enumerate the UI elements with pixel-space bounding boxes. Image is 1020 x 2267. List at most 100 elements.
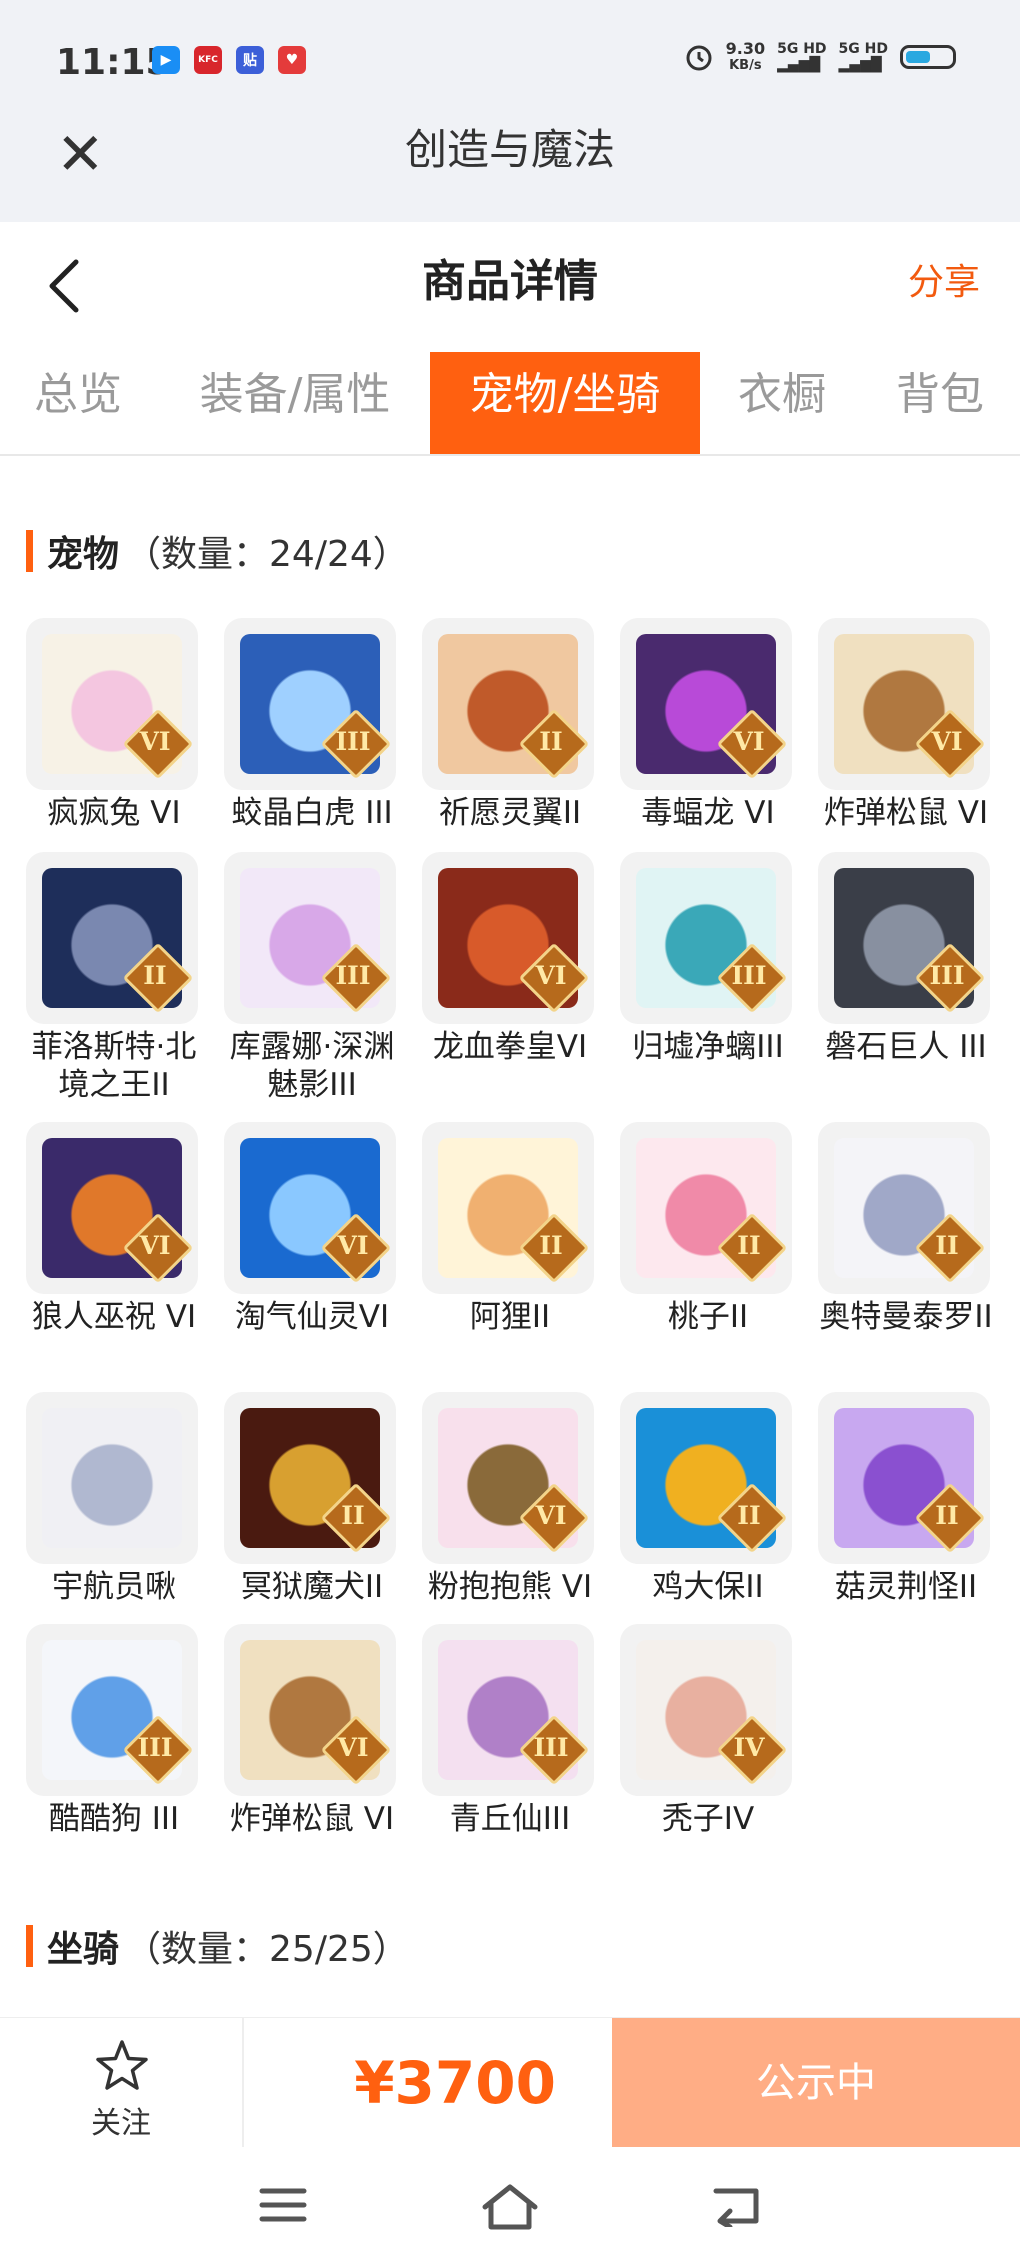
heart-app-icon: ♥: [278, 46, 306, 74]
page-header: 商品详情 分享: [0, 222, 1020, 352]
pet-name: 菲洛斯特·北境之王II: [31, 1029, 197, 1103]
status-bar: 11:15 ▶ KFC 贴 ♥ 9.30 KB/s 5G HD ▂▄▆█ 5G HD ▂▄▆…: [0, 0, 1020, 120]
tab-backpack[interactable]: 背包: [880, 352, 1000, 454]
pet-item[interactable]: VI 淘气仙灵VI: [224, 1122, 400, 1336]
pet-item[interactable]: IV 秃子IV: [620, 1624, 796, 1838]
kfc-app-icon: KFC: [194, 46, 222, 74]
back-nav-icon[interactable]: [712, 2183, 762, 2227]
pet-item[interactable]: III 青丘仙III: [422, 1624, 598, 1838]
bottom-action-bar: 关注 ¥3700 公示中: [0, 2017, 1020, 2148]
rank-label: VI: [139, 726, 171, 756]
pet-thumbnail: II: [818, 1392, 990, 1564]
rank-label: II: [737, 1500, 761, 1530]
pet-thumbnail: II: [422, 618, 594, 790]
rank-badge: III: [320, 942, 386, 1008]
tab-equipment[interactable]: 装备/属性: [186, 352, 404, 454]
rank-badge: II: [716, 1212, 782, 1278]
net-speed: 9.30 KB/s: [726, 40, 765, 74]
follow-button[interactable]: 关注: [0, 2018, 244, 2148]
pet-item[interactable]: II 祈愿灵翼II: [422, 618, 598, 832]
tab-bar: 总览 装备/属性 宠物/坐骑 衣橱 背包: [0, 352, 1020, 456]
pet-item[interactable]: VI 炸弹松鼠 VI: [818, 618, 994, 832]
rank-badge: VI: [320, 1714, 386, 1780]
tab-wardrobe[interactable]: 衣橱: [722, 352, 842, 454]
system-nav-bar: [0, 2147, 1020, 2267]
rank-label: VI: [139, 1230, 171, 1260]
pet-thumbnail: II: [620, 1392, 792, 1564]
pet-thumbnail: VI: [224, 1624, 396, 1796]
menu-icon[interactable]: [258, 2183, 308, 2227]
pet-item[interactable]: II 桃子II: [620, 1122, 796, 1336]
pet-item[interactable]: VI 疯疯兔 VI: [26, 618, 202, 832]
star-icon: [96, 2040, 148, 2090]
rank-label: III: [335, 960, 371, 990]
public-notice-button[interactable]: 公示中: [612, 2018, 1020, 2148]
pet-name: 疯疯兔 VI: [47, 795, 181, 831]
pet-item[interactable]: III 酷酷狗 III: [26, 1624, 202, 1838]
rank-badge: II: [518, 1212, 584, 1278]
pet-item[interactable]: II 菇灵荆怪II: [818, 1392, 994, 1606]
rank-badge: III: [716, 942, 782, 1008]
pet-item[interactable]: 宇航员啾: [26, 1392, 202, 1606]
app-title: 创造与魔法: [404, 125, 615, 174]
section-accent-bar: [26, 530, 33, 572]
home-icon[interactable]: [481, 2183, 539, 2231]
rank-label: VI: [535, 960, 567, 990]
pet-thumbnail: II: [620, 1122, 792, 1294]
rank-badge: VI: [914, 708, 980, 774]
pet-item[interactable]: III 归墟净螭III: [620, 852, 796, 1066]
rank-badge: III: [320, 708, 386, 774]
pet-thumbnail: III: [224, 852, 396, 1024]
pet-thumbnail: II: [818, 1122, 990, 1294]
pet-name: 祈愿灵翼II: [438, 795, 582, 831]
rank-badge: VI: [716, 708, 782, 774]
signal-bars-icon: ▂▄▆█: [777, 57, 821, 73]
rank-label: II: [935, 1230, 959, 1260]
rank-label: VI: [337, 1230, 369, 1260]
pet-item[interactable]: II 鸡大保II: [620, 1392, 796, 1606]
tab-pets-mounts[interactable]: 宠物/坐骑: [430, 352, 700, 454]
pet-thumbnail: III: [224, 618, 396, 790]
rank-label: IV: [733, 1732, 765, 1762]
pet-thumbnail: II: [422, 1122, 594, 1294]
pet-name: 宇航员啾: [52, 1569, 176, 1605]
rank-label: VI: [931, 726, 963, 756]
pet-item[interactable]: III 磐石巨人 III: [818, 852, 994, 1066]
pet-thumbnail: III: [26, 1624, 198, 1796]
pet-item[interactable]: II 菲洛斯特·北境之王II: [26, 852, 202, 1104]
pet-item[interactable]: II 阿狸II: [422, 1122, 598, 1336]
rank-badge: II: [914, 1212, 980, 1278]
video-app-icon: ▶: [152, 46, 180, 74]
pet-name: 蛟晶白虎 III: [231, 795, 393, 831]
signal-1: 5G HD ▂▄▆█: [777, 41, 826, 73]
pet-item[interactable]: VI 狼人巫祝 VI: [26, 1122, 202, 1336]
pet-name: 酷酷狗 III: [48, 1801, 180, 1837]
follow-label: 关注: [91, 2106, 151, 2141]
pet-name: 阿狸II: [469, 1299, 551, 1335]
pet-item[interactable]: VI 龙血拳皇VI: [422, 852, 598, 1066]
pet-item[interactable]: VI 粉抱抱熊 VI: [422, 1392, 598, 1606]
mounts-section-header: 坐骑 （数量：25/25）: [26, 1921, 409, 1971]
pet-item[interactable]: III 蛟晶白虎 III: [224, 618, 400, 832]
rank-badge: II: [518, 708, 584, 774]
pet-item[interactable]: VI 炸弹松鼠 VI: [224, 1624, 400, 1838]
pet-name: 冥狱魔犬II: [240, 1569, 384, 1605]
pet-item[interactable]: II 奥特曼泰罗II: [818, 1122, 994, 1336]
signal-2: 5G HD ▂▄▆█: [839, 41, 888, 73]
tieba-app-icon: 贴: [236, 46, 264, 74]
rank-badge: II: [716, 1482, 782, 1548]
share-button[interactable]: 分享: [908, 256, 980, 310]
pets-section-count: （数量：24/24）: [125, 534, 409, 575]
tab-overview[interactable]: 总览: [18, 352, 138, 454]
pet-name: 淘气仙灵VI: [234, 1299, 390, 1335]
rank-label: II: [539, 726, 563, 756]
pet-name: 奥特曼泰罗II: [819, 1299, 993, 1335]
pet-thumbnail: III: [620, 852, 792, 1024]
rank-label: II: [341, 1500, 365, 1530]
pet-thumbnail: III: [818, 852, 990, 1024]
pet-name: 毒蝠龙 VI: [641, 795, 775, 831]
pet-item[interactable]: VI 毒蝠龙 VI: [620, 618, 796, 832]
pet-item[interactable]: III 库露娜·深渊魅影III: [224, 852, 400, 1104]
pet-thumbnail: VI: [818, 618, 990, 790]
pet-item[interactable]: II 冥狱魔犬II: [224, 1392, 400, 1606]
